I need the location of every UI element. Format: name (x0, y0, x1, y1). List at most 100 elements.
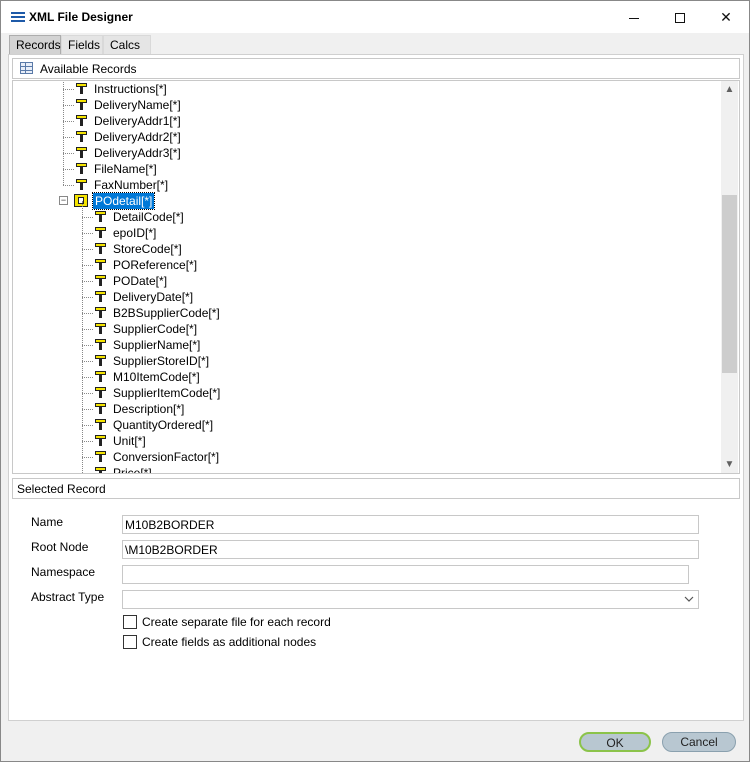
field-icon (94, 434, 107, 447)
tree-field-item[interactable]: DeliveryAddr3[*] (13, 137, 713, 161)
field-icon (94, 210, 107, 223)
field-icon (94, 418, 107, 431)
tree-field-item[interactable]: M10ItemCode[*] (13, 361, 713, 385)
tree-field-item[interactable]: FileName[*] (13, 153, 713, 177)
app-menu-icon[interactable] (11, 12, 25, 22)
tab-records[interactable]: Records (9, 35, 61, 55)
tree-field-item[interactable]: B2BSupplierCode[*] (13, 297, 713, 321)
tree-scrollbar[interactable]: ▲ ▼ (721, 81, 738, 473)
maximize-button[interactable] (657, 1, 703, 33)
tree-field-item[interactable]: DeliveryAddr2[*] (13, 121, 713, 145)
name-label: Name (31, 515, 64, 529)
tab-fields[interactable]: Fields (61, 35, 103, 55)
selected-record-label: Selected Record (17, 482, 106, 496)
chevron-down-icon (684, 596, 694, 602)
field-icon (75, 98, 88, 111)
field-icon (94, 322, 107, 335)
title-bar[interactable]: XML File Designer ✕ (1, 1, 749, 33)
tree-field-item[interactable]: epoID[*] (13, 217, 713, 241)
tree-connector (63, 169, 74, 170)
tree-field-item[interactable]: DetailCode[*] (13, 201, 713, 225)
tree-item-label: SupplierCode[*] (113, 322, 198, 336)
namespace-field[interactable] (122, 565, 689, 584)
tree-field-item[interactable]: Price[*] (13, 457, 713, 474)
tree-field-item[interactable]: QuantityOrdered[*] (13, 409, 713, 433)
field-icon (75, 114, 88, 127)
tree-connector (82, 233, 83, 249)
tree-connector (63, 105, 64, 121)
field-icon (94, 306, 107, 319)
tree-connector (82, 393, 93, 394)
tree-connector (63, 89, 64, 105)
cancel-button[interactable]: Cancel (662, 732, 736, 752)
tree-connector (82, 361, 83, 377)
tree-connector (63, 153, 64, 169)
tree-connector (82, 281, 93, 282)
tree-field-item[interactable]: Instructions[*] (13, 81, 713, 97)
collapse-icon[interactable]: − (59, 196, 68, 205)
tree-field-item[interactable]: DeliveryAddr1[*] (13, 105, 713, 129)
additional-nodes-checkbox[interactable] (123, 635, 137, 649)
tree-connector (63, 105, 74, 106)
close-icon: ✕ (720, 9, 732, 25)
tree-field-item[interactable]: SupplierStoreID[*] (13, 345, 713, 369)
tree-record-podetail[interactable]: − POdetail[*] (13, 192, 713, 210)
tree-field-item[interactable]: POReference[*] (13, 249, 713, 273)
tree-field-item[interactable]: Description[*] (13, 393, 713, 417)
tree-connector (82, 297, 93, 298)
tree-connector (63, 121, 74, 122)
field-icon (94, 386, 107, 399)
tree-field-item[interactable]: ConversionFactor[*] (13, 441, 713, 465)
tree-connector (82, 265, 83, 281)
field-icon (94, 226, 107, 239)
tree-connector (82, 409, 93, 410)
name-field[interactable] (122, 515, 699, 534)
tree-field-item[interactable]: DeliveryName[*] (13, 89, 713, 113)
tree-connector (82, 217, 83, 233)
tree-field-item[interactable]: PODate[*] (13, 265, 713, 289)
tree-connector (82, 265, 93, 266)
tree-connector (82, 377, 93, 378)
scroll-down-icon[interactable]: ▼ (721, 456, 738, 473)
tree-connector (63, 121, 64, 137)
scroll-up-icon[interactable]: ▲ (721, 81, 738, 98)
tree-connector (82, 457, 83, 473)
tree-connector (82, 361, 93, 362)
minimize-button[interactable] (611, 1, 657, 33)
additional-nodes-label: Create fields as additional nodes (142, 635, 317, 649)
tree-item-label: SupplierName[*] (113, 338, 201, 352)
tree-item-label: DeliveryAddr3[*] (94, 146, 181, 160)
close-button[interactable]: ✕ (703, 1, 749, 33)
separate-file-checkbox[interactable] (123, 615, 137, 629)
tree-item-label-selected: POdetail[*] (91, 192, 156, 210)
field-icon (75, 82, 88, 95)
tree-field-item[interactable]: Unit[*] (13, 425, 713, 449)
tree-field-item[interactable]: SupplierCode[*] (13, 313, 713, 337)
root-node-field[interactable] (122, 540, 699, 559)
tree-item-label: Price[*] (113, 466, 152, 474)
tree-connector (82, 249, 93, 250)
tree-item-label: FileName[*] (94, 162, 157, 176)
field-icon (75, 146, 88, 159)
scrollbar-thumb[interactable] (722, 195, 737, 373)
field-icon (94, 258, 107, 271)
tree-field-item[interactable]: StoreCode[*] (13, 233, 713, 257)
field-icon (75, 162, 88, 175)
field-icon (94, 450, 107, 463)
window-title: XML File Designer (29, 10, 133, 24)
tree-connector (82, 457, 93, 458)
tab-calcs[interactable]: Calcs (103, 35, 151, 55)
abstract-type-select[interactable] (122, 590, 699, 609)
tree-field-item[interactable]: FaxNumber[*] (13, 169, 713, 193)
tree-field-item[interactable]: SupplierName[*] (13, 329, 713, 353)
tree-connector (82, 409, 83, 425)
field-icon (94, 466, 107, 473)
field-icon (94, 402, 107, 415)
records-tree[interactable]: Instructions[*] DeliveryName[*] DeliveryAd… (12, 80, 740, 474)
ok-button[interactable]: OK (579, 732, 651, 752)
tree-field-item[interactable]: SupplierItemCode[*] (13, 377, 713, 401)
field-icon (94, 290, 107, 303)
tree-connector (82, 249, 83, 265)
tree-field-item[interactable]: DeliveryDate[*] (13, 281, 713, 305)
tree-item-label: SupplierItemCode[*] (113, 386, 221, 400)
